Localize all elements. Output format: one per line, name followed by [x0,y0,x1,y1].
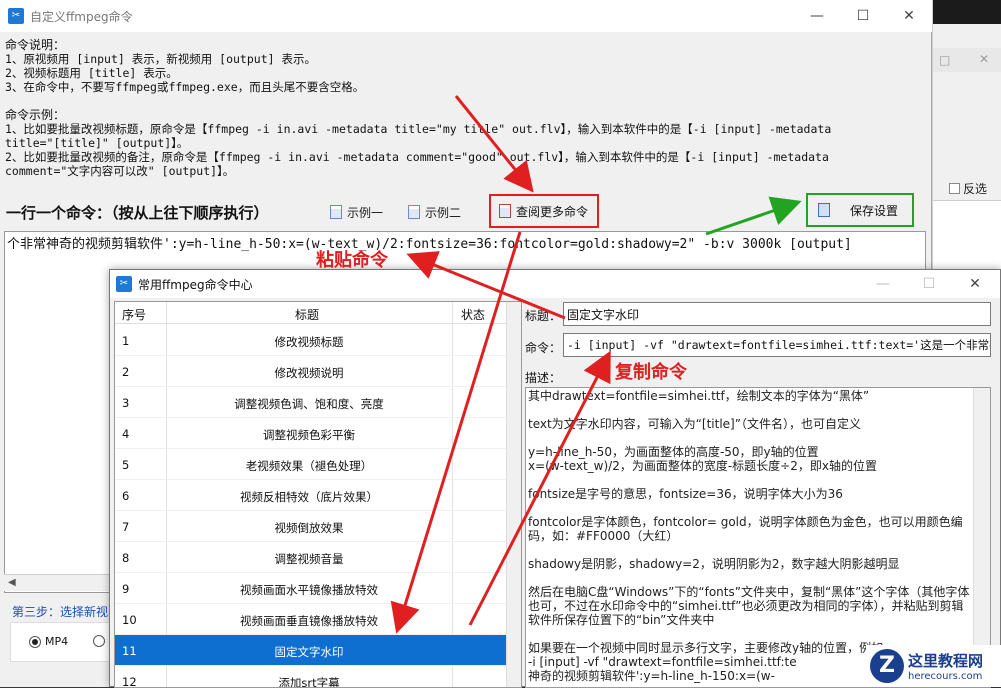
paste-command-annotation: 粘贴命令 [316,250,388,271]
arrow-copy [468,350,611,626]
site-url: herecours.com [908,671,983,682]
annotation-arrows [390,95,802,634]
arrow-to-more-commands [454,95,534,193]
site-name: 这里教程网 [908,652,984,670]
arrow-paste [406,251,566,320]
copy-command-annotation: 复制命令 [615,362,687,383]
site-watermark: Z 这里教程网 herecours.com [866,645,1001,687]
site-logo-icon: Z [870,649,904,683]
arrow-to-save [705,196,802,236]
